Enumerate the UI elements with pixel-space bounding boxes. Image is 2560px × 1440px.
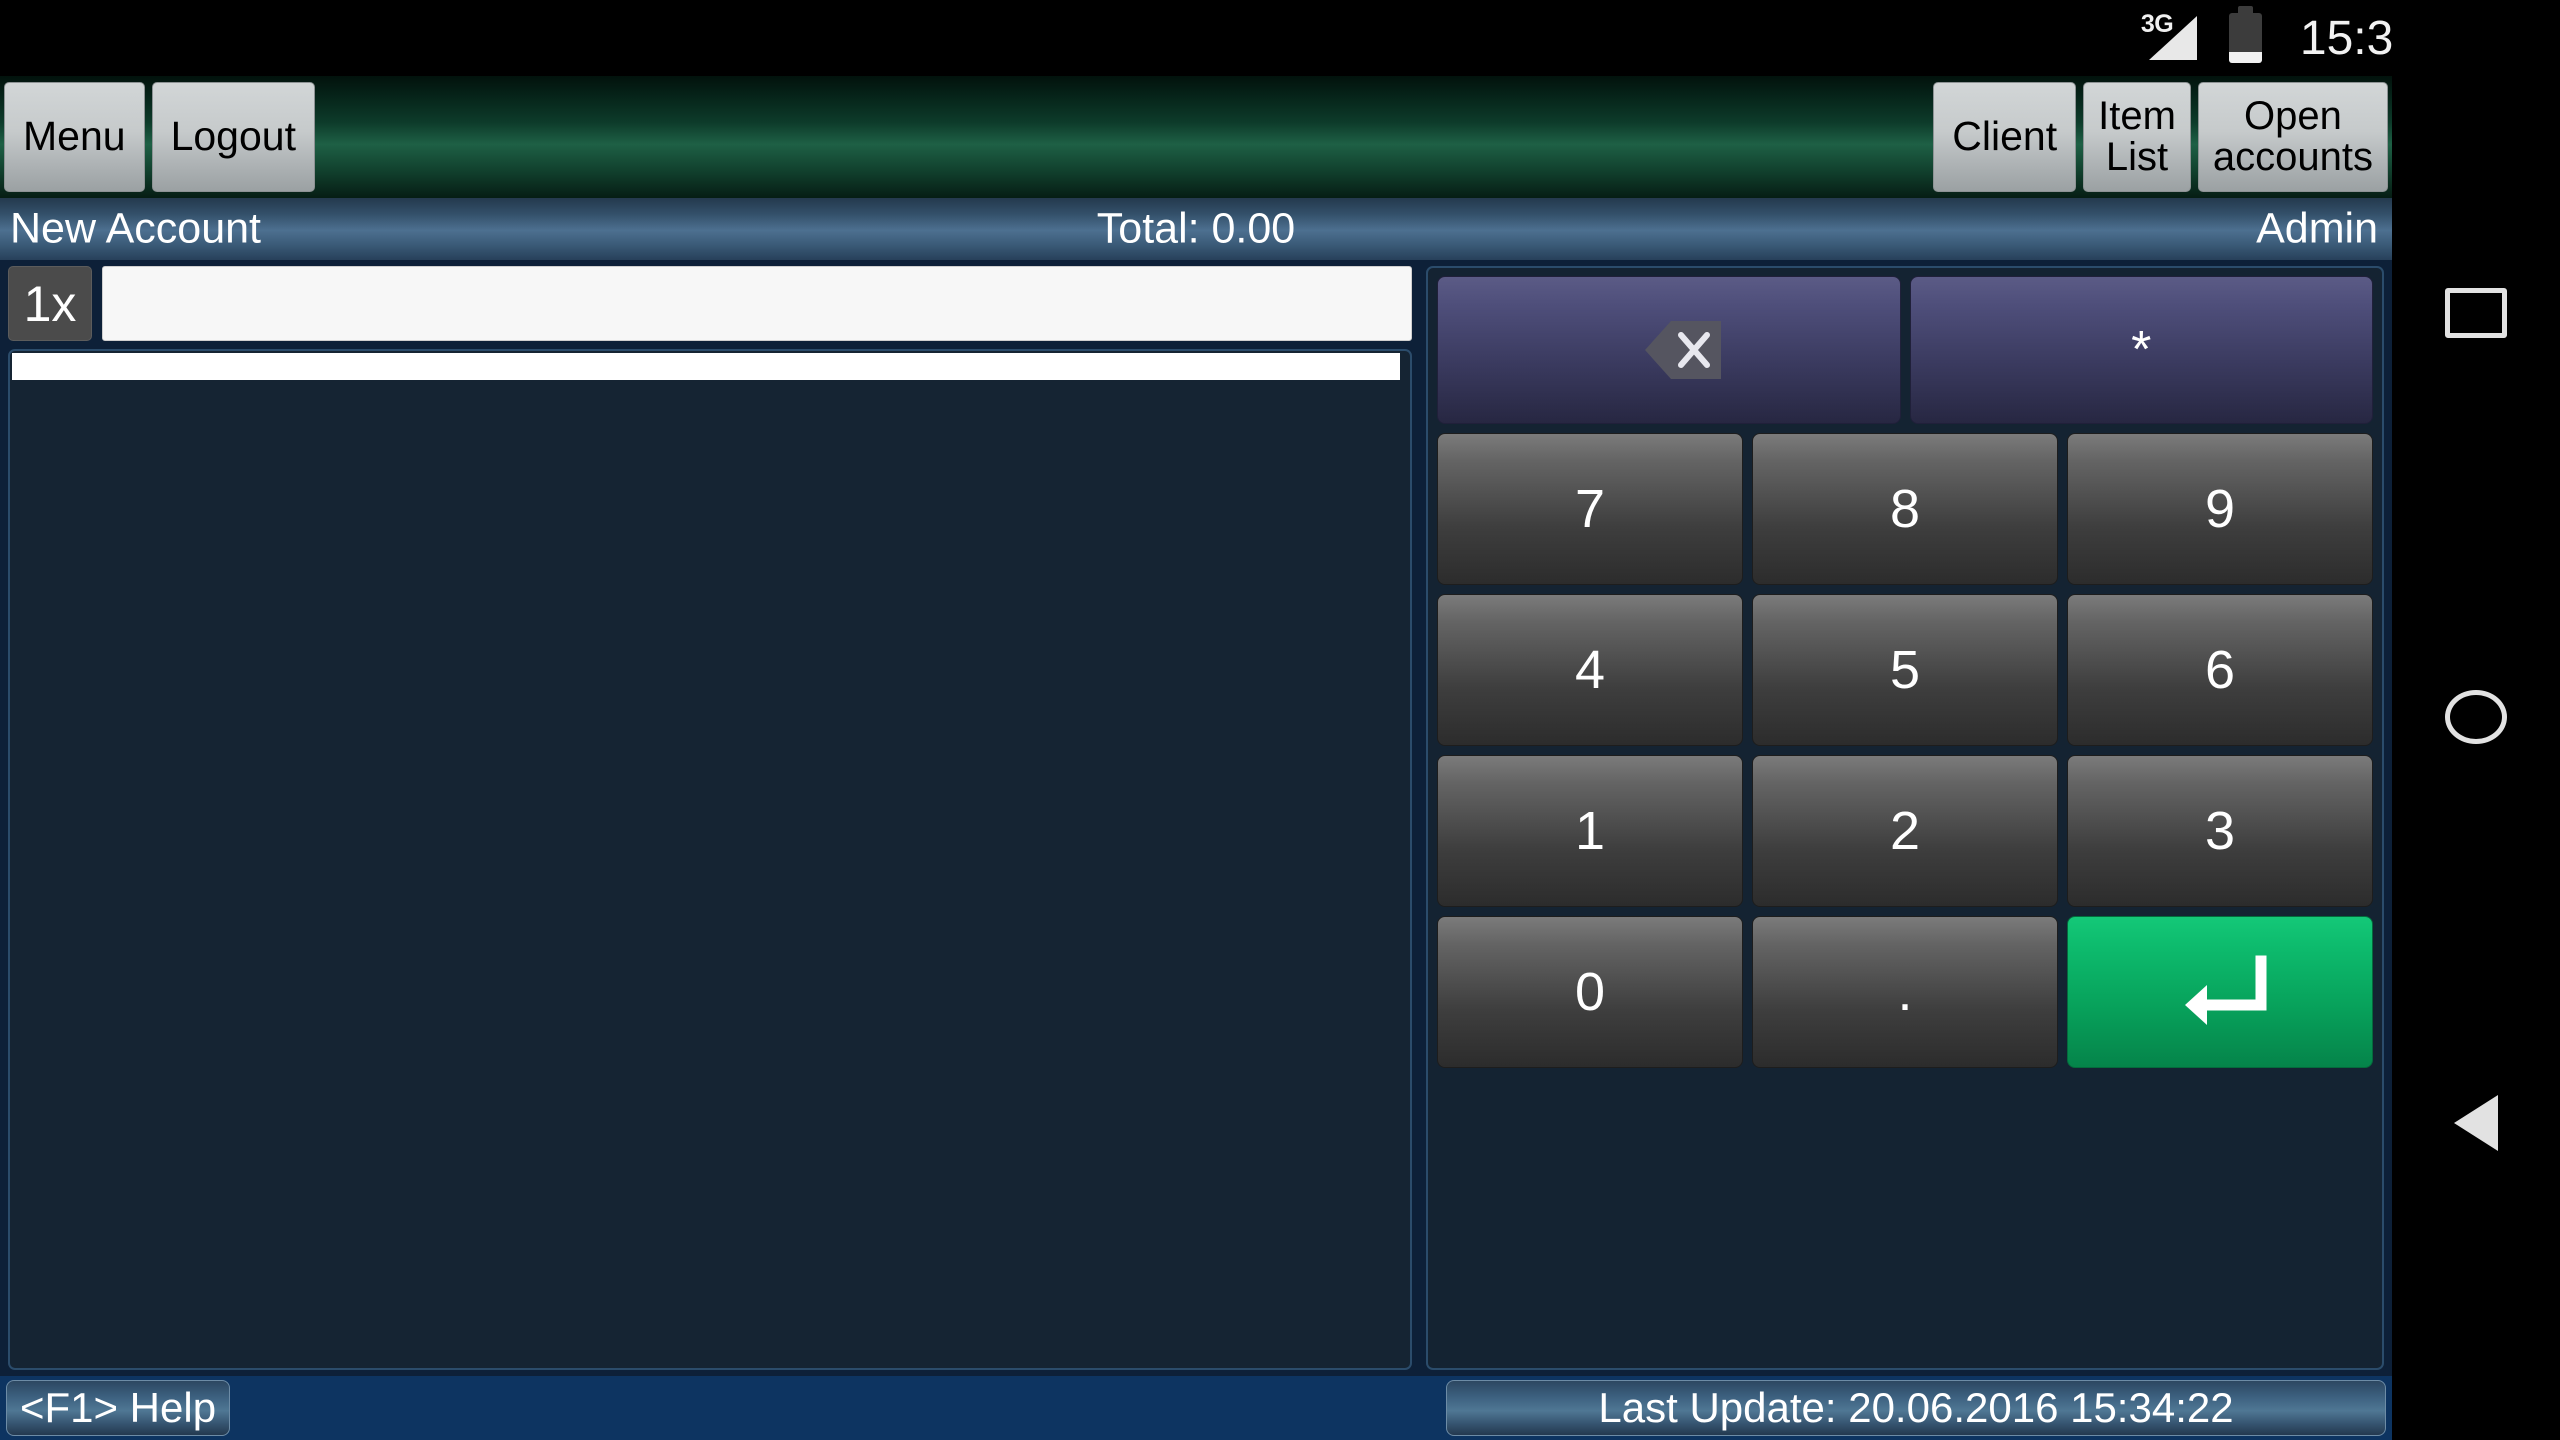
account-status-label: New Account [10,204,261,253]
current-user-label: Admin [2256,204,2378,253]
numeric-keypad-panel: * 7 8 9 4 5 6 1 2 3 0 . [1426,266,2384,1370]
help-button[interactable]: <F1> Help [6,1380,230,1436]
item-search-input[interactable] [102,266,1412,341]
status-bar-icons: 3G 15:34 [2141,6,2420,66]
keypad-row-bottom: 0 . [1437,916,2373,1068]
enter-return-icon [2185,955,2267,1025]
home-button[interactable] [2431,672,2521,762]
keypad-row-456: 4 5 6 [1437,594,2373,746]
recents-button[interactable] [2431,268,2521,358]
key-5[interactable]: 5 [1752,594,2058,746]
last-update-label: Last Update: 20.06.2016 15:34:22 [1446,1380,2386,1436]
quantity-multiplier-button[interactable]: 1x [8,266,92,341]
backspace-key[interactable] [1437,276,1901,424]
toolbar-right-group: Client Item List Open accounts [1933,76,2392,198]
main-body: 1x * 7 8 9 4 5 6 1 2 3 0 . [0,260,2392,1376]
recents-square-icon [2445,288,2507,338]
pos-application: Menu Logout Client Item List Open accoun… [0,76,2392,1440]
backspace-icon [1644,321,1721,379]
key-2[interactable]: 2 [1752,755,2058,907]
order-panel: 1x [8,266,1412,1370]
keypad-grid: * 7 8 9 4 5 6 1 2 3 0 . [1437,276,2373,1077]
client-button[interactable]: Client [1933,82,2077,192]
total-label: Total: 0.00 [1096,204,1296,253]
enter-key[interactable] [2067,916,2373,1068]
item-list-button[interactable]: Item List [2083,82,2191,192]
key-3[interactable]: 3 [2067,755,2373,907]
signal-bars-icon: 3G [2141,10,2207,62]
keypad-row-123: 1 2 3 [1437,755,2373,907]
key-1[interactable]: 1 [1437,755,1743,907]
order-items-list[interactable] [8,349,1412,1370]
open-accounts-button[interactable]: Open accounts [2197,82,2388,192]
device-screen: 3G 15:34 Menu Logout Client Item List Op… [0,0,2560,1440]
battery-icon [2228,6,2262,63]
android-status-bar: 3G 15:34 [0,0,2560,76]
back-button[interactable] [2431,1078,2521,1168]
asterisk-key[interactable]: * [1909,276,2373,424]
toolbar-left-group: Menu Logout [0,76,315,198]
logout-button[interactable]: Logout [151,82,315,192]
menu-button[interactable]: Menu [4,82,145,192]
key-7[interactable]: 7 [1437,433,1743,585]
back-triangle-icon [2454,1095,2498,1151]
info-bar: New Account Total: 0.00 Admin [0,198,2392,260]
key-9[interactable]: 9 [2067,433,2373,585]
app-toolbar: Menu Logout Client Item List Open accoun… [0,76,2392,198]
order-items-list-header [12,353,1400,380]
key-6[interactable]: 6 [2067,594,2373,746]
keypad-row-789: 7 8 9 [1437,433,2373,585]
bottom-status-bar: <F1> Help Last Update: 20.06.2016 15:34:… [0,1376,2392,1440]
android-navigation-bar [2392,0,2560,1440]
key-4[interactable]: 4 [1437,594,1743,746]
key-8[interactable]: 8 [1752,433,2058,585]
keypad-row-functions: * [1437,276,2373,424]
key-decimal[interactable]: . [1752,916,2058,1068]
entry-row: 1x [8,266,1412,341]
network-type-label: 3G [2140,10,2174,38]
home-circle-icon [2445,690,2507,744]
key-0[interactable]: 0 [1437,916,1743,1068]
